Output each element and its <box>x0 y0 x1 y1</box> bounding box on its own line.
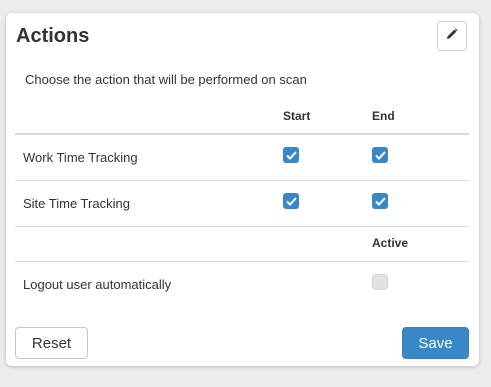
save-button[interactable]: Save <box>402 327 469 359</box>
check-icon <box>374 196 386 206</box>
panel-subtitle: Choose the action that will be performed… <box>25 72 307 87</box>
check-icon <box>285 150 297 160</box>
panel-title: Actions <box>16 25 90 47</box>
row-label-work-time-tracking: Work Time Tracking <box>23 150 138 165</box>
row-divider <box>15 261 469 262</box>
check-icon <box>374 150 386 160</box>
row-divider <box>15 226 469 227</box>
check-icon <box>285 196 297 206</box>
site-time-start-checkbox[interactable] <box>283 193 299 209</box>
header-divider <box>15 133 469 135</box>
work-time-start-checkbox[interactable] <box>283 147 299 163</box>
row-label-logout-user: Logout user automatically <box>23 277 172 292</box>
actions-panel: Actions Choose the action that will be p… <box>6 13 479 366</box>
site-time-end-checkbox[interactable] <box>372 193 388 209</box>
row-divider <box>15 180 469 181</box>
pencil-icon <box>446 27 458 45</box>
row-label-site-time-tracking: Site Time Tracking <box>23 196 130 211</box>
edit-button[interactable] <box>437 21 467 51</box>
reset-button[interactable]: Reset <box>15 327 88 359</box>
column-header-end: End <box>372 109 395 123</box>
logout-active-checkbox[interactable] <box>372 274 388 290</box>
column-header-start: Start <box>283 109 311 123</box>
column-header-active: Active <box>372 236 409 250</box>
work-time-end-checkbox[interactable] <box>372 147 388 163</box>
